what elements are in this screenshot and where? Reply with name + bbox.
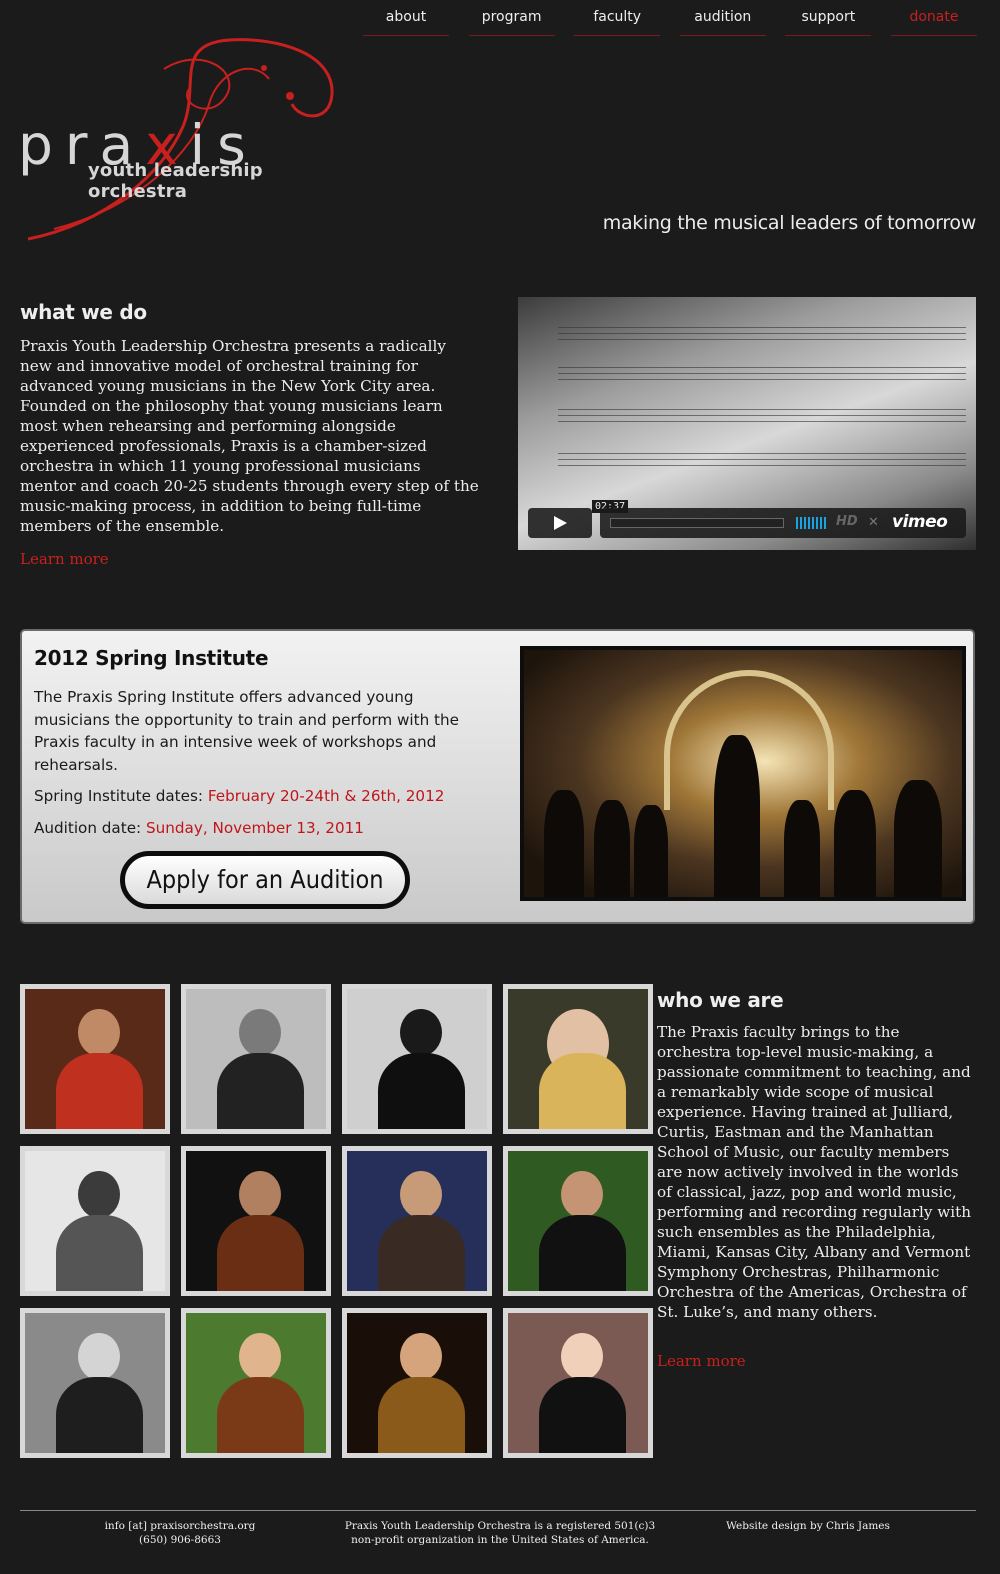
what-we-do-heading: what we do [20, 300, 147, 324]
what-we-do-learn-more-link[interactable]: Learn more [20, 550, 109, 568]
audition-date-value: Sunday, November 13, 2011 [146, 819, 364, 837]
institute-dates-label: Spring Institute dates: [34, 787, 204, 805]
logo-subtitle: youth leadership orchestra [88, 160, 263, 202]
faculty-photo-grid [20, 984, 653, 1458]
who-we-are-text: The Praxis faculty brings to the orchest… [657, 1023, 971, 1321]
faculty-photo[interactable] [503, 1146, 653, 1296]
institute-dates: Spring Institute dates: February 20-24th… [34, 787, 444, 805]
play-button[interactable] [528, 508, 592, 538]
play-icon [554, 516, 567, 530]
footer-contact: info [at] praxisorchestra.org (650) 906-… [90, 1519, 270, 1547]
faculty-photo[interactable] [342, 1308, 492, 1458]
faculty-photo[interactable] [503, 984, 653, 1134]
spring-institute-panel: 2012 Spring Institute The Praxis Spring … [20, 629, 975, 924]
volume-icon[interactable] [796, 517, 826, 529]
faculty-photo[interactable] [342, 1146, 492, 1296]
institute-title: 2012 Spring Institute [34, 646, 269, 670]
faculty-photo[interactable] [20, 1146, 170, 1296]
apply-for-audition-button[interactable]: Apply for an Audition [120, 851, 410, 909]
footer-divider [20, 1510, 976, 1511]
tagline: making the musical leaders of tomorrow [602, 212, 977, 234]
footer-nonprofit-line1: Praxis Youth Leadership Orchestra is a r… [344, 1520, 656, 1532]
faculty-photo[interactable] [181, 1146, 331, 1296]
hd-toggle[interactable]: HD [836, 514, 858, 529]
video-control-panel: HD ✕ vimeo [600, 508, 966, 538]
footer-email[interactable]: info [at] praxisorchestra.org [90, 1519, 270, 1533]
footer-credit[interactable]: Website design by Chris James [718, 1519, 898, 1533]
fullscreen-icon[interactable]: ✕ [868, 515, 879, 530]
nav-support[interactable]: support [785, 0, 872, 36]
footer-nonprofit-line2: non-profit organization in the United St… [351, 1534, 649, 1546]
what-we-do-text: Praxis Youth Leadership Orchestra presen… [20, 337, 479, 535]
faculty-photo[interactable] [20, 1308, 170, 1458]
faculty-photo[interactable] [181, 984, 331, 1134]
footer-phone: (650) 906-8663 [139, 1534, 221, 1546]
audition-date: Audition date: Sunday, November 13, 2011 [34, 819, 364, 837]
nav-faculty[interactable]: faculty [574, 0, 661, 36]
praxis-logo[interactable]: praxis youth leadership orchestra [14, 34, 349, 249]
nav-audition[interactable]: audition [679, 0, 766, 36]
video-controls: HD ✕ vimeo [528, 508, 966, 538]
audition-date-label: Audition date: [34, 819, 142, 837]
faculty-photo[interactable] [342, 984, 492, 1134]
nav-about[interactable]: about [363, 0, 449, 36]
footer-nonprofit: Praxis Youth Leadership Orchestra is a r… [320, 1519, 680, 1547]
orchestra-photo [520, 646, 966, 901]
main-nav: about program faculty audition support d… [363, 0, 977, 36]
who-we-are-learn-more-link[interactable]: Learn more [657, 1352, 746, 1370]
institute-description: The Praxis Spring Institute offers advan… [34, 688, 459, 774]
video-progress-bar[interactable] [610, 518, 784, 528]
vimeo-logo[interactable]: vimeo [892, 512, 948, 532]
who-we-are-heading: who we are [657, 988, 784, 1012]
nav-donate[interactable]: donate [890, 0, 977, 36]
faculty-photo[interactable] [181, 1308, 331, 1458]
nav-program[interactable]: program [468, 0, 555, 36]
faculty-photo[interactable] [503, 1308, 653, 1458]
institute-dates-value: February 20-24th & 26th, 2012 [207, 787, 445, 805]
faculty-photo[interactable] [20, 984, 170, 1134]
